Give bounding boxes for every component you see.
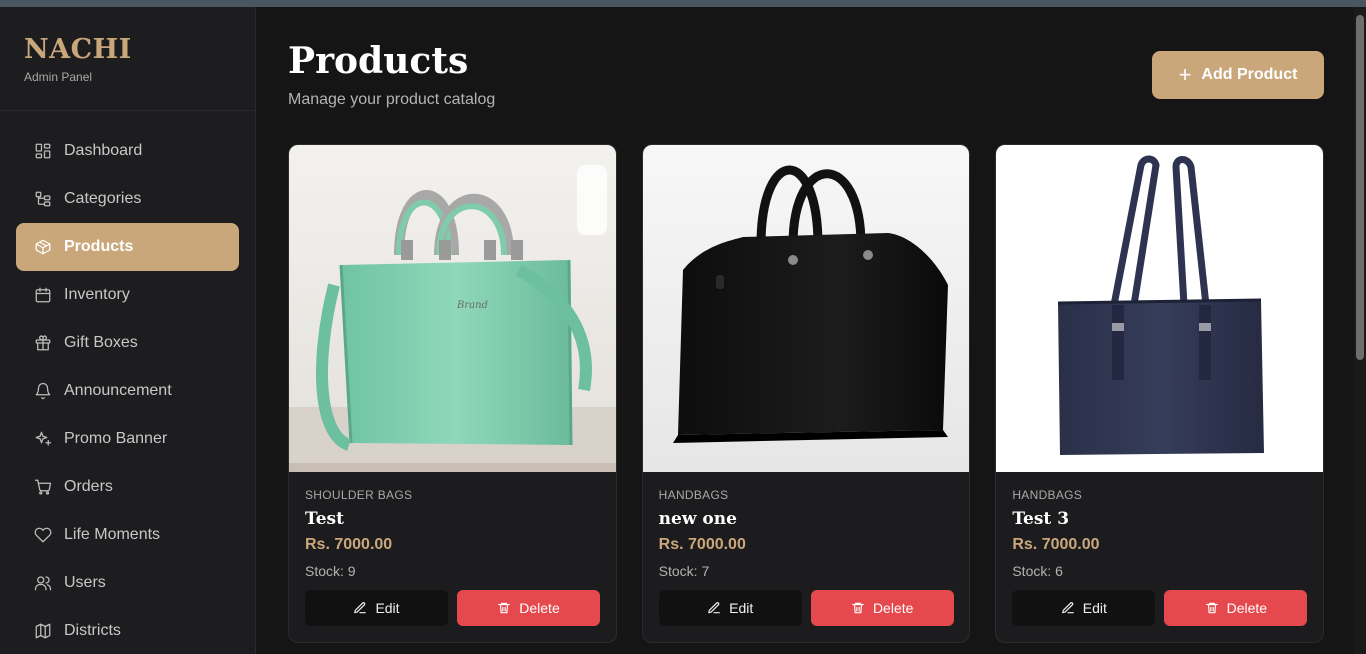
sidebar-item-dashboard[interactable]: Dashboard — [16, 127, 239, 175]
bell-icon — [34, 382, 52, 400]
product-stock: Stock: 7 — [658, 563, 710, 579]
delete-label: Delete — [872, 600, 914, 616]
product-name: Test — [305, 509, 344, 529]
heart-icon — [34, 526, 52, 544]
main-content: Products Manage your product catalog + A… — [256, 7, 1354, 654]
delete-button[interactable]: Delete — [1164, 590, 1308, 626]
sidebar-item-label: Users — [64, 574, 106, 591]
product-stock: Stock: 6 — [1012, 563, 1063, 579]
add-product-label: Add Product — [1201, 66, 1298, 83]
map-icon — [34, 622, 52, 640]
delete-label: Delete — [1226, 600, 1268, 616]
sidebar-item-products[interactable]: Products — [16, 223, 239, 271]
sparkles-icon — [34, 430, 52, 448]
sidebar-item-gift-boxes[interactable]: Gift Boxes — [16, 319, 239, 367]
product-image[interactable] — [996, 145, 1324, 472]
sidebar-item-orders[interactable]: Orders — [16, 463, 239, 511]
product-category: SHOULDER BAGS — [305, 488, 413, 502]
sidebar-nav: Dashboard Categories Products Inventory … — [0, 111, 255, 654]
product-grid: Brand SHOULDER BAGS Test Rs. 7000.00 Sto… — [288, 144, 1325, 643]
brand: NACHI Admin Panel — [0, 7, 255, 111]
delete-button[interactable]: Delete — [457, 590, 600, 626]
cart-icon — [34, 478, 52, 496]
delete-button[interactable]: Delete — [810, 590, 954, 626]
product-category: HANDBAGS — [1012, 488, 1083, 502]
plus-icon: + — [1178, 62, 1192, 87]
sidebar-item-label: Dashboard — [64, 142, 143, 159]
svg-text:Brand: Brand — [456, 300, 488, 311]
sidebar: NACHI Admin Panel Dashboard Categories P… — [0, 7, 256, 654]
sidebar-item-label: Gift Boxes — [64, 334, 138, 351]
product-image[interactable] — [642, 145, 970, 472]
black-handbag-image — [642, 145, 970, 472]
brand-title: NACHI — [24, 34, 132, 65]
users-icon — [34, 574, 52, 592]
product-price: Rs. 7000.00 — [1012, 536, 1100, 553]
sidebar-item-label: Promo Banner — [64, 430, 168, 447]
product-stock: Stock: 9 — [305, 563, 356, 579]
sidebar-item-label: Orders — [64, 478, 113, 495]
navy-tote-bag-image — [996, 145, 1324, 472]
product-name: new one — [658, 509, 737, 529]
page-subtitle: Manage your product catalog — [288, 91, 496, 108]
sidebar-item-inventory[interactable]: Inventory — [16, 271, 239, 319]
mint-green-handbag-image: Brand — [289, 145, 616, 472]
box-icon — [34, 238, 52, 256]
window-top-bar — [0, 0, 1366, 7]
inventory-icon — [34, 286, 52, 304]
sidebar-item-promo-banner[interactable]: Promo Banner — [16, 415, 239, 463]
edit-button[interactable]: Edit — [305, 590, 448, 626]
sidebar-item-label: Categories — [64, 190, 142, 207]
edit-label: Edit — [1082, 600, 1107, 616]
page-scrollbar[interactable] — [1354, 7, 1366, 654]
sidebar-item-label: Inventory — [64, 286, 130, 303]
sidebar-item-label: Products — [64, 238, 134, 255]
product-card: HANDBAGS Test 3 Rs. 7000.00 Stock: 6 Edi… — [995, 144, 1325, 643]
sidebar-item-label: Announcement — [64, 382, 172, 399]
trash-icon — [498, 602, 511, 614]
sidebar-item-label: Life Moments — [64, 526, 161, 543]
product-category: HANDBAGS — [658, 488, 729, 502]
edit-icon — [708, 602, 720, 614]
product-image[interactable]: Brand — [289, 145, 616, 472]
brand-subtitle: Admin Panel — [24, 70, 93, 84]
product-name: Test 3 — [1012, 509, 1070, 529]
page-title: Products — [288, 40, 469, 82]
edit-label: Edit — [375, 600, 400, 616]
gift-icon — [34, 334, 52, 352]
delete-label: Delete — [519, 600, 560, 616]
sidebar-item-categories[interactable]: Categories — [16, 175, 239, 223]
trash-icon — [1205, 602, 1218, 614]
edit-icon — [1061, 602, 1074, 614]
edit-icon — [354, 602, 367, 614]
edit-button[interactable]: Edit — [1012, 590, 1156, 626]
product-card: Brand SHOULDER BAGS Test Rs. 7000.00 Sto… — [288, 144, 617, 643]
edit-button[interactable]: Edit — [658, 590, 802, 626]
dashboard-icon — [34, 142, 52, 160]
product-price: Rs. 7000.00 — [658, 536, 746, 553]
edit-label: Edit — [729, 600, 754, 616]
scrollbar-thumb[interactable] — [1356, 15, 1364, 360]
trash-icon — [852, 602, 864, 614]
product-card: HANDBAGS new one Rs. 7000.00 Stock: 7 Ed… — [641, 144, 971, 643]
sidebar-item-announcement[interactable]: Announcement — [16, 367, 239, 415]
sidebar-item-users[interactable]: Users — [16, 559, 239, 607]
product-price: Rs. 7000.00 — [305, 536, 393, 553]
sidebar-item-label: Districts — [64, 622, 121, 639]
add-product-button[interactable]: + Add Product — [1152, 51, 1324, 99]
sidebar-item-life-moments[interactable]: Life Moments — [16, 511, 239, 559]
sidebar-item-districts[interactable]: Districts — [16, 607, 239, 654]
categories-icon — [34, 190, 52, 208]
